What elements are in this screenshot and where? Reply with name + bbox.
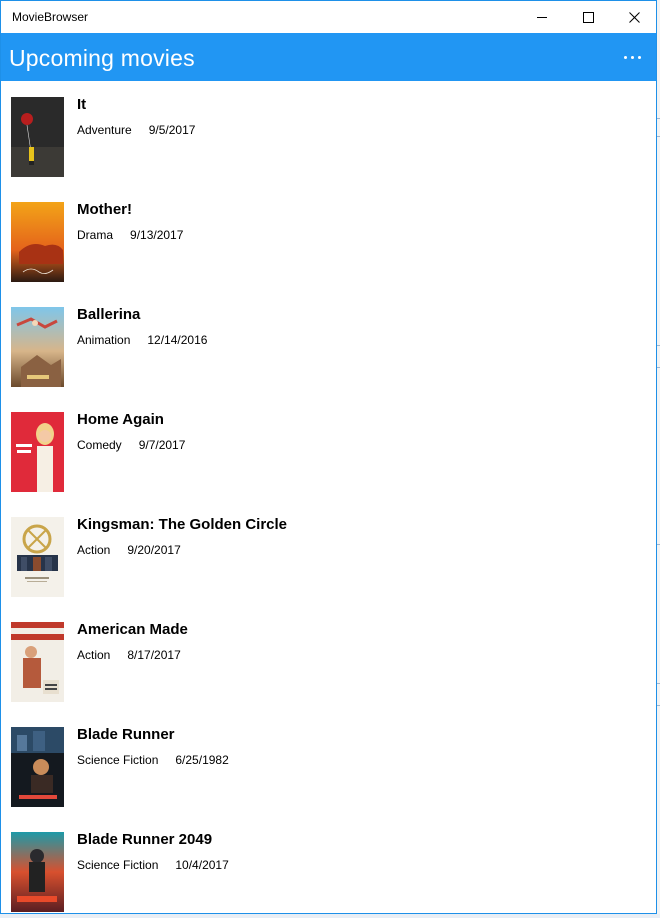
movie-poster [11, 832, 64, 912]
movie-genre: Science Fiction [77, 753, 159, 767]
app-header: Upcoming movies [1, 33, 656, 81]
movie-genre: Comedy [77, 438, 122, 452]
more-options-button[interactable] [615, 45, 649, 69]
release-date: 6/25/1982 [175, 753, 229, 767]
movie-poster [11, 727, 64, 807]
release-date: 9/13/2017 [130, 228, 184, 242]
movie-meta: Science Fiction 6/25/1982 [77, 753, 229, 767]
movie-title: It [77, 96, 87, 113]
movie-meta: Science Fiction 10/4/2017 [77, 858, 229, 872]
movie-poster [11, 97, 64, 177]
more-horizontal-icon [623, 55, 627, 59]
movie-genre: Action [77, 543, 111, 557]
minimize-icon [537, 16, 547, 18]
movie-title: Home Again [77, 411, 164, 428]
movie-meta: Drama 9/13/2017 [77, 228, 183, 242]
release-date: 12/14/2016 [147, 333, 208, 347]
list-item[interactable]: Home Again Comedy 9/7/2017 [1, 396, 656, 501]
movie-genre: Adventure [77, 123, 132, 137]
list-item[interactable]: Ballerina Animation 12/14/2016 [1, 291, 656, 396]
app-title: MovieBrowser [12, 10, 89, 24]
movie-poster [11, 412, 64, 492]
more-dot [630, 55, 634, 59]
release-date: 8/17/2017 [127, 648, 181, 662]
movie-poster [11, 517, 64, 597]
release-date: 9/7/2017 [138, 438, 186, 452]
list-item[interactable]: It Adventure 9/5/2017 [1, 81, 656, 186]
release-date: 9/20/2017 [127, 543, 181, 557]
movie-genre: Drama [77, 228, 114, 242]
list-item[interactable]: Blade Runner Science Fiction 6/25/1982 [1, 711, 656, 816]
maximize-button[interactable] [565, 1, 611, 33]
release-date: 9/5/2017 [148, 123, 196, 137]
minimize-button[interactable] [519, 1, 565, 33]
title-bar[interactable]: MovieBrowser [1, 1, 656, 33]
movie-meta: Action 9/20/2017 [77, 543, 181, 557]
movie-title: American Made [77, 621, 188, 638]
movie-poster [11, 622, 64, 702]
movie-list: It Adventure 9/5/2017 Mother! Drama 9/13… [1, 81, 656, 913]
app-window: MovieBrowser Upcoming movies It Adventur… [0, 0, 657, 914]
close-icon [628, 11, 640, 23]
movie-title: Mother! [77, 201, 132, 218]
movie-poster [11, 307, 64, 387]
movie-title: Ballerina [77, 306, 141, 323]
movie-meta: Animation 12/14/2016 [77, 333, 207, 347]
close-button[interactable] [611, 1, 656, 33]
movie-meta: Comedy 9/7/2017 [77, 438, 185, 452]
list-item[interactable]: Kingsman: The Golden Circle Action 9/20/… [1, 501, 656, 606]
movie-meta: Adventure 9/5/2017 [77, 123, 195, 137]
taskbar-edge [0, 914, 660, 918]
movie-genre: Animation [77, 333, 131, 347]
movie-title: Kingsman: The Golden Circle [77, 516, 288, 533]
movie-meta: Action 8/17/2017 [77, 648, 181, 662]
movie-title: Blade Runner 2049 [77, 831, 213, 848]
more-dot [637, 55, 641, 59]
page-title: Upcoming movies [9, 45, 195, 71]
movie-genre: Action [77, 648, 111, 662]
movie-title: Blade Runner [77, 726, 175, 743]
list-item[interactable]: American Made Action 8/17/2017 [1, 606, 656, 711]
list-item[interactable]: Blade Runner 2049 Science Fiction 10/4/2… [1, 816, 656, 913]
maximize-icon [582, 11, 594, 23]
movie-poster [11, 202, 64, 282]
movie-genre: Science Fiction [77, 858, 159, 872]
list-item[interactable]: Mother! Drama 9/13/2017 [1, 186, 656, 291]
release-date: 10/4/2017 [175, 858, 229, 872]
